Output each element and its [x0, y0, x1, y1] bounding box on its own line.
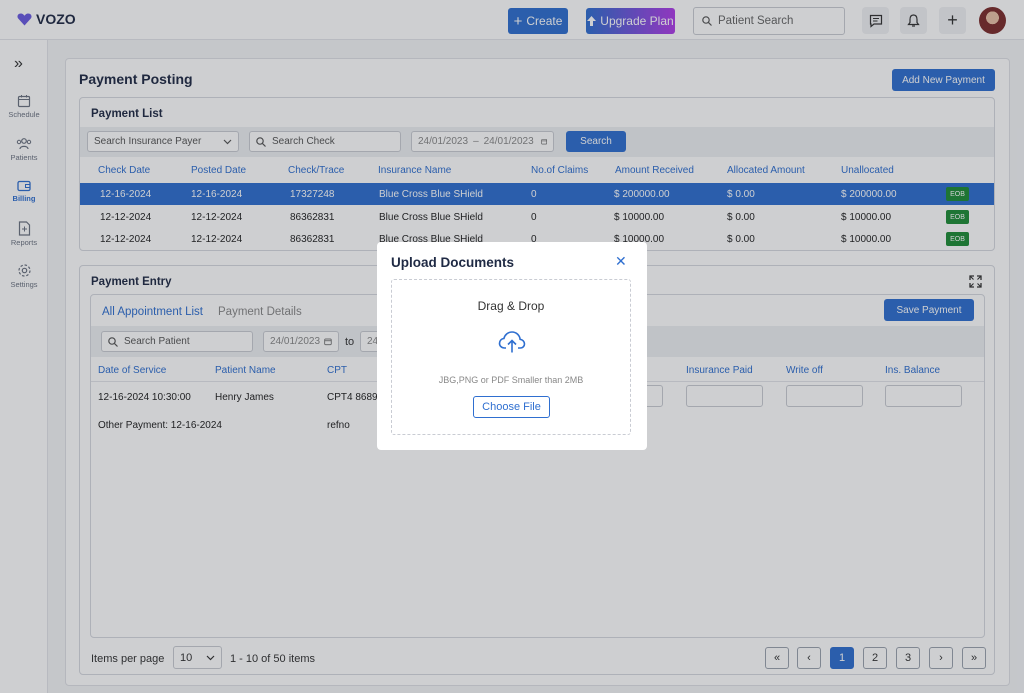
file-type-hint: JBG,PNG or PDF Smaller than 2MB	[438, 375, 584, 385]
choose-file-button[interactable]: Choose File	[473, 396, 550, 418]
drop-zone[interactable]: Drag & Drop JBG,PNG or PDF Smaller than …	[391, 279, 631, 435]
drop-zone-title: Drag & Drop	[477, 299, 545, 313]
close-icon[interactable]: ✕	[615, 253, 627, 270]
cloud-upload-icon	[498, 331, 526, 353]
upload-documents-modal: Upload Documents ✕ Drag & Drop JBG,PNG o…	[377, 242, 647, 450]
modal-title: Upload Documents	[391, 255, 515, 270]
